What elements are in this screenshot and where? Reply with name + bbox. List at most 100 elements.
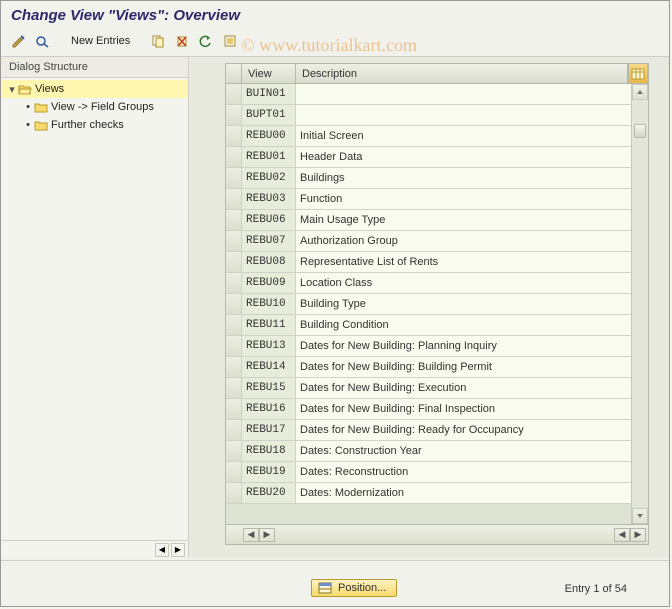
undo-change-icon[interactable] xyxy=(196,32,216,50)
cell-view[interactable]: REBU16 xyxy=(242,399,296,419)
cell-description[interactable] xyxy=(296,105,648,125)
cell-view[interactable]: REBU03 xyxy=(242,189,296,209)
cell-description[interactable]: Dates for New Building: Planning Inquiry xyxy=(296,336,648,356)
cell-description[interactable]: Building Type xyxy=(296,294,648,314)
cell-description[interactable]: Dates for New Building: Execution xyxy=(296,378,648,398)
cell-description[interactable]: Dates: Modernization xyxy=(296,483,648,503)
tree-expand-icon[interactable]: ▾ xyxy=(7,83,17,96)
copy-as-icon[interactable] xyxy=(148,32,168,50)
cell-description[interactable]: Header Data xyxy=(296,147,648,167)
table-row[interactable]: REBU16Dates for New Building: Final Insp… xyxy=(226,399,648,420)
cell-description[interactable]: Dates for New Building: Final Inspection xyxy=(296,399,648,419)
table-row[interactable]: REBU10Building Type xyxy=(226,294,648,315)
cell-description[interactable]: Dates: Construction Year xyxy=(296,441,648,461)
other-entry-icon[interactable] xyxy=(33,32,53,50)
scrollbar-thumb[interactable] xyxy=(634,124,646,138)
cell-description[interactable]: Authorization Group xyxy=(296,231,648,251)
cell-view[interactable]: REBU07 xyxy=(242,231,296,251)
row-selector[interactable] xyxy=(226,441,242,461)
row-selector-header[interactable] xyxy=(226,64,242,83)
col-header-description[interactable]: Description xyxy=(296,64,628,83)
row-selector[interactable] xyxy=(226,378,242,398)
scroll-down-icon[interactable] xyxy=(632,508,648,524)
table-row[interactable]: REBU01Header Data xyxy=(226,147,648,168)
cell-description[interactable]: Main Usage Type xyxy=(296,210,648,230)
toggle-display-change-icon[interactable] xyxy=(9,32,29,50)
row-selector[interactable] xyxy=(226,336,242,356)
row-selector[interactable] xyxy=(226,105,242,125)
cell-description[interactable]: Dates: Reconstruction xyxy=(296,462,648,482)
table-row[interactable]: REBU03Function xyxy=(226,189,648,210)
row-selector[interactable] xyxy=(226,273,242,293)
row-selector[interactable] xyxy=(226,126,242,146)
table-row[interactable]: REBU11Building Condition xyxy=(226,315,648,336)
row-selector[interactable] xyxy=(226,252,242,272)
row-selector[interactable] xyxy=(226,210,242,230)
cell-view[interactable]: REBU11 xyxy=(242,315,296,335)
tree-node-views[interactable]: ▾ Views xyxy=(1,80,188,98)
position-button[interactable]: Position... xyxy=(311,579,397,597)
scroll-left-icon[interactable]: ◀ xyxy=(155,543,169,557)
cell-description[interactable]: Representative List of Rents xyxy=(296,252,648,272)
row-selector[interactable] xyxy=(226,231,242,251)
scroll-left-icon[interactable]: ◀ xyxy=(614,528,630,542)
cell-description[interactable]: Dates for New Building: Ready for Occupa… xyxy=(296,420,648,440)
row-selector[interactable] xyxy=(226,294,242,314)
cell-view[interactable]: REBU01 xyxy=(242,147,296,167)
table-row[interactable]: REBU08Representative List of Rents xyxy=(226,252,648,273)
row-selector[interactable] xyxy=(226,483,242,503)
table-row[interactable]: REBU02Buildings xyxy=(226,168,648,189)
cell-view[interactable]: REBU09 xyxy=(242,273,296,293)
cell-view[interactable]: REBU20 xyxy=(242,483,296,503)
cell-view[interactable]: REBU14 xyxy=(242,357,296,377)
cell-description[interactable]: Initial Screen xyxy=(296,126,648,146)
table-settings-icon[interactable] xyxy=(628,64,648,83)
table-row[interactable]: REBU19Dates: Reconstruction xyxy=(226,462,648,483)
row-selector[interactable] xyxy=(226,420,242,440)
table-row[interactable]: REBU14Dates for New Building: Building P… xyxy=(226,357,648,378)
table-row[interactable]: REBU09Location Class xyxy=(226,273,648,294)
row-selector[interactable] xyxy=(226,147,242,167)
cell-description[interactable] xyxy=(296,84,648,104)
row-selector[interactable] xyxy=(226,315,242,335)
table-row[interactable]: REBU18Dates: Construction Year xyxy=(226,441,648,462)
cell-view[interactable]: BUPT01 xyxy=(242,105,296,125)
row-selector[interactable] xyxy=(226,168,242,188)
row-selector[interactable] xyxy=(226,399,242,419)
scroll-left-icon[interactable]: ◀ xyxy=(243,528,259,542)
cell-description[interactable]: Dates for New Building: Building Permit xyxy=(296,357,648,377)
cell-view[interactable]: REBU10 xyxy=(242,294,296,314)
scroll-up-icon[interactable] xyxy=(632,84,648,100)
vertical-scrollbar[interactable] xyxy=(631,84,648,524)
scroll-right-icon[interactable]: ▶ xyxy=(259,528,275,542)
tree-node-field-groups[interactable]: • View -> Field Groups xyxy=(1,98,188,116)
cell-view[interactable]: REBU17 xyxy=(242,420,296,440)
cell-description[interactable]: Buildings xyxy=(296,168,648,188)
table-row[interactable]: REBU00Initial Screen xyxy=(226,126,648,147)
cell-view[interactable]: REBU08 xyxy=(242,252,296,272)
cell-view[interactable]: BUIN01 xyxy=(242,84,296,104)
cell-description[interactable]: Location Class xyxy=(296,273,648,293)
scroll-right-icon[interactable]: ▶ xyxy=(630,528,646,542)
select-all-icon[interactable] xyxy=(220,32,240,50)
row-selector[interactable] xyxy=(226,84,242,104)
row-selector[interactable] xyxy=(226,357,242,377)
delete-icon[interactable] xyxy=(172,32,192,50)
table-row[interactable]: BUIN01 xyxy=(226,84,648,105)
cell-view[interactable]: REBU00 xyxy=(242,126,296,146)
col-header-view[interactable]: View xyxy=(242,64,296,83)
table-row[interactable]: REBU07Authorization Group xyxy=(226,231,648,252)
cell-view[interactable]: REBU06 xyxy=(242,210,296,230)
table-row[interactable]: REBU20Dates: Modernization xyxy=(226,483,648,504)
row-selector[interactable] xyxy=(226,462,242,482)
cell-description[interactable]: Function xyxy=(296,189,648,209)
cell-view[interactable]: REBU19 xyxy=(242,462,296,482)
scroll-right-icon[interactable]: ▶ xyxy=(171,543,185,557)
cell-view[interactable]: REBU18 xyxy=(242,441,296,461)
cell-view[interactable]: REBU13 xyxy=(242,336,296,356)
new-entries-button[interactable]: New Entries xyxy=(67,35,134,47)
table-row[interactable]: REBU15Dates for New Building: Execution xyxy=(226,378,648,399)
table-row[interactable]: REBU13Dates for New Building: Planning I… xyxy=(226,336,648,357)
cell-view[interactable]: REBU15 xyxy=(242,378,296,398)
cell-description[interactable]: Building Condition xyxy=(296,315,648,335)
